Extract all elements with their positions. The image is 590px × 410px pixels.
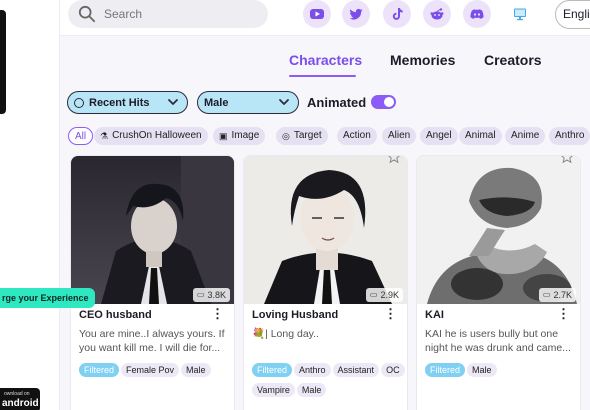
language-selector[interactable]: English <box>555 0 590 29</box>
android-badge-small-text: ownload on <box>4 391 30 397</box>
chip-angel[interactable]: Angel <box>420 127 458 145</box>
card-tags: Filtered Anthro Assistant OC Vampire Male <box>252 360 407 400</box>
tab-characters[interactable]: Characters <box>289 52 362 68</box>
chip-label: Target <box>293 130 322 141</box>
discord-icon[interactable] <box>463 0 491 28</box>
gender-dropdown[interactable]: Male <box>197 91 299 114</box>
chat-icon: ▭ <box>369 290 378 299</box>
message-count: ▭ 2.7K <box>538 288 576 302</box>
chip-label: Animal <box>465 130 496 141</box>
tag: Anthro <box>294 363 331 377</box>
chat-icon: ▭ <box>196 290 205 299</box>
top-bar: English <box>60 0 590 36</box>
tab-memories[interactable]: Memories <box>390 52 455 68</box>
side-banner[interactable] <box>0 10 6 114</box>
tag-filtered: Filtered <box>252 363 293 377</box>
gender-dropdown-label: Male <box>204 96 229 109</box>
card-title: KAI <box>425 309 444 321</box>
radio-dot-icon <box>74 97 84 108</box>
chip-animal[interactable]: Animal <box>459 127 502 145</box>
chip-anime[interactable]: Anime <box>505 127 546 145</box>
message-count-value: 3.8K <box>207 290 226 300</box>
chip-crushon-halloween[interactable]: ⚗ CrushOn Halloween <box>94 127 208 145</box>
android-download-badge[interactable]: ownload on android <box>0 388 40 410</box>
tag-filtered: Filtered <box>425 363 466 377</box>
chevron-down-icon <box>168 99 178 105</box>
sort-dropdown[interactable]: Recent Hits <box>67 91 188 114</box>
chip-image[interactable]: ▣ Image <box>213 127 266 145</box>
card-tags: Filtered Male <box>425 360 580 380</box>
left-panel <box>0 0 60 410</box>
card-description: You are mine..I always yours. If you wan… <box>79 328 225 354</box>
main-content: English Characters Memories Creators Rec… <box>60 0 590 410</box>
chip-label: Alien <box>388 130 411 141</box>
search-icon <box>78 5 96 23</box>
message-count: ▭ 2.9K <box>365 288 403 302</box>
star-icon[interactable] <box>387 155 401 164</box>
card-description: 💐| Long day.. <box>252 328 319 340</box>
chip-action[interactable]: Action <box>337 127 377 145</box>
star-icon[interactable] <box>560 155 574 164</box>
more-options-icon[interactable]: ⋮ <box>384 307 397 320</box>
message-count-value: 2.7K <box>553 290 572 300</box>
tiktok-icon[interactable] <box>383 0 411 28</box>
search-input[interactable] <box>104 7 254 21</box>
flask-icon: ⚗ <box>100 131 109 141</box>
reddit-icon[interactable] <box>423 0 451 28</box>
category-tabs: Characters Memories Creators <box>60 40 590 80</box>
tag: Male <box>181 363 211 377</box>
character-image <box>244 156 407 304</box>
target-icon: ◎ <box>282 131 290 141</box>
tag-filtered: Filtered <box>79 363 120 377</box>
character-card[interactable]: ▭ 2.9K Loving Husband ⋮ 💐| Long day.. Fil… <box>243 155 408 410</box>
chip-label: Anime <box>511 130 540 141</box>
tag: Female Pov <box>121 363 180 377</box>
message-count-value: 2.9K <box>380 290 399 300</box>
tab-creators[interactable]: Creators <box>484 52 542 68</box>
chevron-down-icon <box>279 99 289 105</box>
tag: Vampire <box>252 383 295 397</box>
tag: Male <box>296 383 327 397</box>
tag-chips-row: All ⚗ CrushOn Halloween ▣ Image ◎ Target Ac… <box>68 127 590 147</box>
tag: Male <box>467 363 497 377</box>
character-image <box>417 156 580 304</box>
tag: Assistant <box>332 363 380 377</box>
card-title: CEO husband <box>79 309 152 321</box>
character-card[interactable]: ▭ 3.8K CEO husband ⋮ You are mine..I alwa… <box>70 155 235 410</box>
chip-label: All <box>75 130 87 142</box>
card-title: Loving Husband <box>252 309 339 321</box>
chat-icon: ▭ <box>542 290 551 299</box>
youtube-icon[interactable] <box>303 0 331 28</box>
more-options-icon[interactable]: ⋮ <box>557 307 570 320</box>
search-box[interactable] <box>68 0 268 28</box>
android-badge-label: android <box>2 398 39 409</box>
promo-banner[interactable]: rge your Experience <box>0 288 95 308</box>
card-tags: Filtered Female Pov Male <box>79 360 234 380</box>
character-image <box>71 156 234 304</box>
chip-label: Anthro <box>555 130 585 141</box>
chip-all[interactable]: All <box>68 127 94 145</box>
character-card[interactable]: ▭ 2.7K KAI ⋮ KAI he is users bully but on… <box>416 155 581 410</box>
chip-target[interactable]: ◎ Target <box>276 127 328 145</box>
toggle-knob <box>384 97 394 107</box>
chip-anthro[interactable]: Anthro <box>549 127 590 145</box>
desktop-icon[interactable] <box>506 0 534 28</box>
tag: OC <box>381 363 405 377</box>
chip-alien[interactable]: Alien <box>382 127 417 145</box>
app-page: rge your Experience ownload on android S… <box>0 0 590 410</box>
card-description: KAI he is users bully but one night he w… <box>425 328 571 354</box>
chip-label: Image <box>231 130 260 141</box>
image-icon: ▣ <box>219 131 228 141</box>
message-count: ▭ 3.8K <box>192 288 230 302</box>
twitter-icon[interactable] <box>342 0 370 28</box>
more-options-icon[interactable]: ⋮ <box>211 307 224 320</box>
chip-label: Action <box>343 130 371 141</box>
animated-label: Animated <box>307 95 367 110</box>
sort-dropdown-label: Recent Hits <box>89 96 150 109</box>
chip-label: CrushOn Halloween <box>112 130 202 141</box>
active-tab-indicator <box>289 75 356 77</box>
animated-toggle[interactable] <box>371 95 396 109</box>
chip-label: Angel <box>426 130 452 141</box>
